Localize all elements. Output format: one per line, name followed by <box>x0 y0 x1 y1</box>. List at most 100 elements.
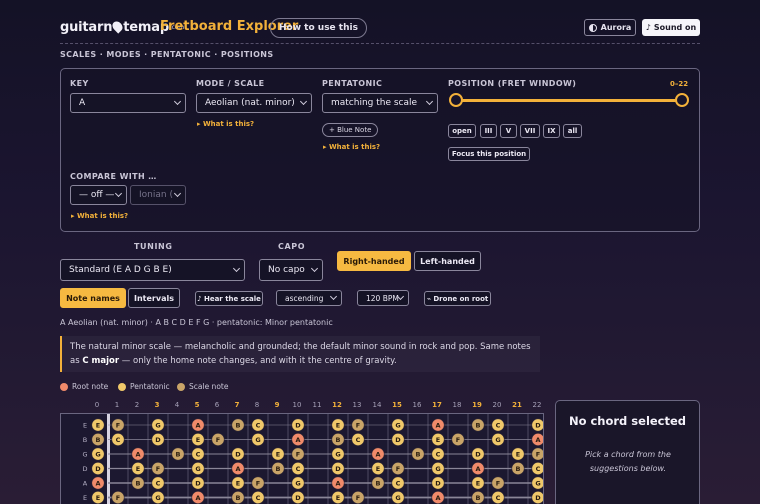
compare-mode-select[interactable]: Ionian ( <box>130 185 186 205</box>
theme-button[interactable]: Aurora <box>584 19 636 36</box>
note-label: D <box>295 421 301 429</box>
how-to-use-button[interactable]: How to use this <box>270 18 367 38</box>
compare-help-link[interactable]: ▸ What is this? <box>71 212 128 220</box>
tuning-select[interactable]: Standard (E A D G B E) <box>60 259 245 281</box>
legend-root: Root note <box>60 382 108 391</box>
position-button-ix[interactable]: IX <box>543 124 560 138</box>
key-select[interactable]: A <box>70 93 186 113</box>
capo-select[interactable]: No capo <box>259 259 323 281</box>
direction-select[interactable]: ascending <box>276 290 342 306</box>
note-label: C <box>256 421 261 429</box>
note-label: B <box>96 436 101 444</box>
pentatonic-help-link[interactable]: ▸ What is this? <box>323 143 380 151</box>
note-label: A <box>95 479 100 487</box>
chevron-down-icon <box>425 97 434 106</box>
note-label: A <box>535 436 540 444</box>
note-label: A <box>475 465 480 473</box>
position-label: POSITION (FRET WINDOW) <box>448 79 577 88</box>
note-label: D <box>95 465 101 473</box>
hear-scale-button[interactable]: ♪ Hear the scale <box>195 291 263 306</box>
breadcrumb: SCALES · MODES · PENTATONIC · POSITIONS <box>60 50 274 59</box>
note-label: E <box>136 465 140 473</box>
fret-number-13: 13 <box>352 401 362 409</box>
sound-toggle-button[interactable]: ♪ Sound on <box>642 19 700 36</box>
compare-select[interactable]: — off — <box>70 185 127 205</box>
tempo-select[interactable]: 120 BPM <box>357 290 409 306</box>
note-label: G <box>155 421 160 429</box>
music-note-icon: ♪ <box>645 23 651 32</box>
chevron-down-icon <box>232 264 241 273</box>
note-label: D <box>435 479 441 487</box>
note-label: F <box>216 436 220 444</box>
fret-number-15: 15 <box>392 401 402 409</box>
compare-value: — off — <box>79 190 115 200</box>
note-label: B <box>176 450 181 458</box>
note-label: A <box>135 450 140 458</box>
position-button-iii[interactable]: III <box>480 124 497 138</box>
note-label: C <box>436 450 441 458</box>
note-label: A <box>435 494 440 502</box>
compare-mode-value: Ionian ( <box>139 190 173 200</box>
position-button-vii[interactable]: VII <box>520 124 540 138</box>
fret-number-21: 21 <box>512 401 522 409</box>
note-label: F <box>456 436 460 444</box>
note-label: G <box>435 465 440 473</box>
fret-number-18: 18 <box>452 401 462 409</box>
header-divider <box>60 43 700 44</box>
note-label: B <box>276 465 281 473</box>
right-handed-button[interactable]: Right-handed <box>337 251 411 271</box>
note-label: E <box>516 450 520 458</box>
position-slider-end-handle[interactable] <box>675 93 689 107</box>
pentatonic-label: PENTATONIC <box>322 79 383 88</box>
string-label: E <box>83 494 87 502</box>
root-dot-icon <box>60 382 68 391</box>
intervals-button[interactable]: Intervals <box>128 288 180 308</box>
position-button-v[interactable]: V <box>500 124 517 138</box>
blue-note-toggle[interactable]: + Blue Note <box>322 123 379 137</box>
mode-value: Aeolian (nat. minor) <box>205 98 295 108</box>
pentatonic-select[interactable]: matching the scale <box>322 93 438 113</box>
note-label: B <box>476 494 481 502</box>
tuning-label: TUNING <box>134 242 173 251</box>
direction-value: ascending <box>285 293 324 303</box>
fretboard[interactable]: EBGDAEEFGABCDEFGABCDBCDEFGABCDEFGAGABCDE… <box>60 413 544 504</box>
legend-pentatonic-label: Pentatonic <box>130 382 170 391</box>
chevron-down-icon <box>299 97 308 106</box>
position-button-all[interactable]: all <box>563 124 582 138</box>
note-label: C <box>196 450 201 458</box>
position-slider-start-handle[interactable] <box>449 93 463 107</box>
string-label: E <box>83 422 87 430</box>
fret-number-7: 7 <box>234 401 240 409</box>
note-names-button[interactable]: Note names <box>60 288 126 308</box>
fret-number-14: 14 <box>372 401 382 409</box>
left-handed-button[interactable]: Left-handed <box>414 251 481 271</box>
fret-number-1: 1 <box>114 401 120 409</box>
note-label: B <box>476 421 481 429</box>
note-label: G <box>195 465 200 473</box>
string-label: G <box>82 451 87 459</box>
tuning-value: Standard (E A D G B E) <box>69 265 172 275</box>
note-label: D <box>235 450 241 458</box>
string-label: B <box>83 436 87 444</box>
nut <box>107 414 110 504</box>
chord-panel: No chord selected Pick a chord from the … <box>555 400 700 504</box>
focus-position-button[interactable]: Focus this position <box>448 147 530 161</box>
mode-help-link[interactable]: ▸ What is this? <box>197 120 254 128</box>
position-button-open[interactable]: open <box>448 124 476 138</box>
mode-select[interactable]: Aeolian (nat. minor) <box>196 93 312 113</box>
drone-button[interactable]: ⌁ Drone on root <box>424 291 491 306</box>
fretboard-svg[interactable]: EBGDAEE F G A B C D E F G A B C DB C D E F G A B C D E F G AG A B C D E… <box>61 414 544 504</box>
note-label: C <box>396 479 401 487</box>
fret-number-19: 19 <box>472 401 482 409</box>
note-label: D <box>335 465 341 473</box>
note-label: D <box>475 450 481 458</box>
note-label: D <box>195 479 201 487</box>
note-label: G <box>335 450 340 458</box>
string-label: A <box>83 480 88 488</box>
position-slider-track[interactable] <box>456 99 682 102</box>
note-label: D <box>295 494 301 502</box>
note-label: E <box>276 450 280 458</box>
note-label: B <box>136 479 141 487</box>
note-label: A <box>375 450 380 458</box>
fret-number-10: 10 <box>292 401 302 409</box>
